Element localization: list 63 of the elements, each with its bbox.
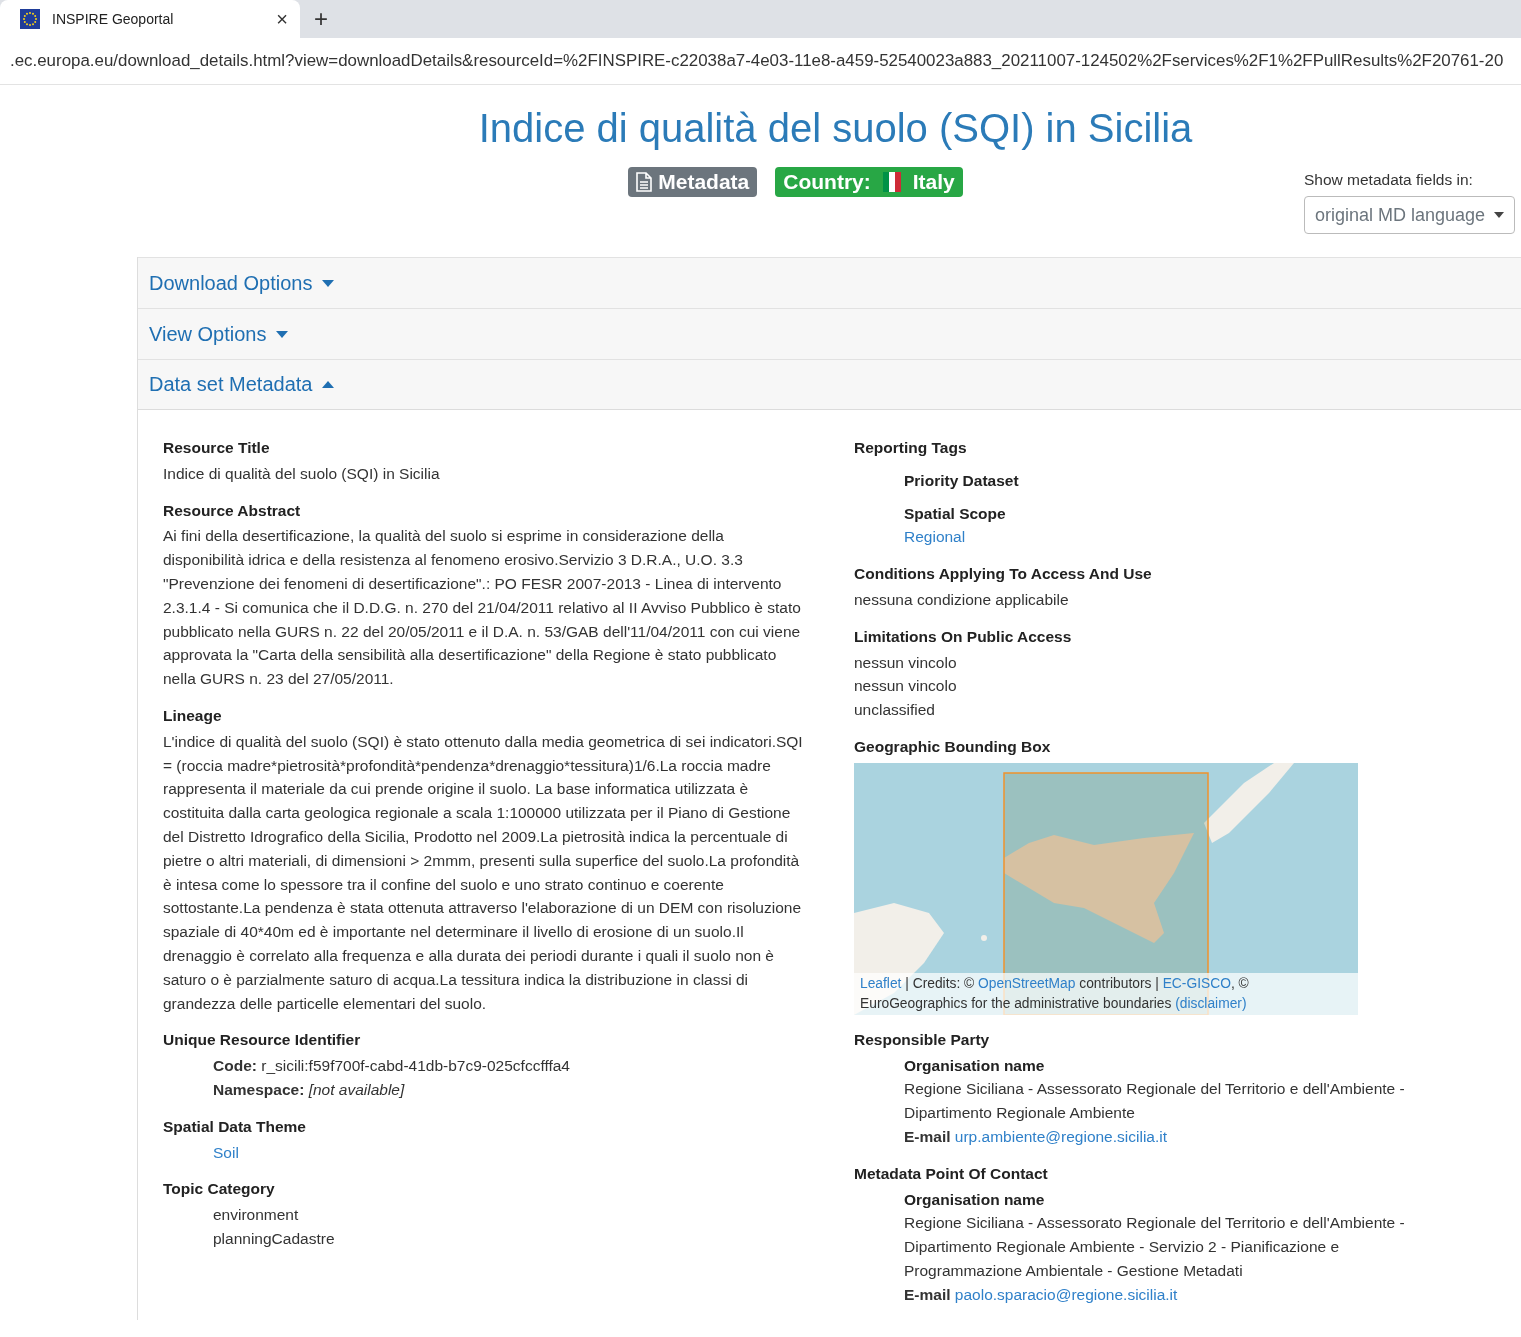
field-value: Indice di qualità del suolo (SQI) in Sicilia (163, 463, 441, 484)
field-value: unclassified (854, 700, 936, 721)
caret-icon (1494, 212, 1504, 218)
field-value: L'indice di qualità del suolo (SQI) è stato ottenuto dalla media geometrica di sei indicatori.SQI = (roccia madre*pietrosità*profondità*pendenza*drenaggio*tessitura)1/6.La roccia madre rappresenta il materiale da cui prende origine il suolo. La base informatica utilizzata è costituita dalla carta geologica regionale a scala 1:100000 utilizzata per il Piano di Gestione del Distretto Idrografico della Sicilia, Prodotto nel 2009.La pietrosità indica la percentuale di pietre o altri materiali, di dimensioni > 2mmm, presenti sulla superfice del suolo.La profondità è intesa come lo spessore tra il confine del suolo e uno strato continuo e coerente sottostante.La pendenza è stata ottenuta attraverso l'elaborazione di un DEM con risoluzione spaziale di 40*40m ed è importante nel determinare il livello di erosione di un suolo.Il drenaggio è correlato alla frequenza e alla durata dei periodi durante i quali il suolo non è saturo o è parzialmente saturo di acqua.La tessitura indica la distribuzione in classi di grandezza delle particelle elementari del suolo. (163, 731, 803, 1014)
field-value: Regione Siciliana - Assessorato Regionale del Territorio e dell'Ambiente - Dipartimento Regionale Ambiente (904, 1079, 1406, 1124)
field-value: planningCadastre (212, 1228, 336, 1249)
section-header[interactable]: Download Options (138, 257, 1521, 308)
browser-tab[interactable]: INSPIRE Geoportal × (0, 0, 300, 38)
close-icon[interactable]: × (276, 7, 288, 31)
email-link[interactable]: urp.ambiente@regione.sicilia.it (954, 1127, 1167, 1145)
badge-label: Metadata (658, 170, 750, 194)
subfield-label: Spatial Scope (904, 503, 1007, 524)
map-link[interactable]: EC-GISCO (1162, 975, 1231, 991)
address-bar[interactable]: .ec.europa.eu/download_details.html?view=downloadDetails&resourceId=%2FINSPIRE-c22038a7-4e03-11e8-a459-52540023a883_20211007-124502%2Fservices%2F1%2FPullResults%2F20761-20 (0, 38, 1521, 85)
field-value: [not available] (308, 1080, 405, 1098)
field-label: Resource Title (163, 438, 271, 458)
field-value: nessun vincolo (854, 652, 958, 673)
field-value: r_sicili:f59f700f-cabd-41db-b7c9-025cfccfffa4 (261, 1057, 570, 1075)
subfield-label: Organisation name (904, 1189, 1046, 1210)
italy-flag-icon (882, 172, 901, 192)
link[interactable]: Regional (904, 528, 966, 546)
tab-title: INSPIRE Geoportal (52, 11, 175, 27)
subfield-label: Priority Dataset (904, 470, 1020, 491)
field-label: Show metadata fields in: (1304, 171, 1474, 189)
section-header[interactable]: View Options (138, 308, 1521, 359)
subfield-label: Organisation name (904, 1055, 1046, 1076)
field-label: Reporting Tags (854, 438, 968, 458)
page-title: Indice di qualità del suolo (SQI) in Sicilia (477, 105, 1194, 151)
field-label: Resource Abstract (163, 500, 302, 521)
map-link[interactable]: OpenStreetMap (978, 975, 1076, 991)
field-key: Code: (213, 1057, 257, 1075)
field-value: nessun vincolo (854, 676, 958, 697)
field-key: Namespace: (213, 1080, 305, 1098)
field-label: Geographic Bounding Box (854, 736, 1052, 757)
attribution-text: | Credits: © (904, 975, 976, 991)
field-label: Spatial Data Theme (163, 1116, 307, 1137)
eu-flag-icon (20, 9, 40, 29)
field-label: Unique Resource Identifier (163, 1030, 362, 1051)
field-label: Lineage (163, 705, 223, 726)
field-value: environment (212, 1205, 300, 1226)
email-link[interactable]: paolo.sparacio@regione.sicilia.it (954, 1285, 1178, 1303)
badge-label: Country: (783, 170, 871, 194)
language-select[interactable]: original MD language (1304, 196, 1515, 234)
link[interactable]: Soil (213, 1143, 239, 1161)
field-label: Topic Category (163, 1179, 276, 1200)
field-label: Conditions Applying To Access And Use (854, 564, 1153, 585)
field-key: E-mail (904, 1285, 951, 1303)
attribution-text: contributors | (1078, 975, 1160, 991)
document-icon (636, 172, 653, 192)
field-value: Ai fini della desertificazione, la qualità del suolo si esprime in considerazione della disponibilità idrica e della resistenza al fenomeno erosivo.Servizio 3 D.R.A., U.O. 3.3 "Prevenzione dei fenomeni di desertificazione".: PO FESR 2007-2013 - Linea di intervento 2.3.1.4 - Si comunica che il D.D.G. n. 270 del 21/04/2011 relativo al II Avviso Pubblico è stato pubblicato nella GURS n. 22 del 20/05/2011 e il D.A. n. 53/GAB dell'11/04/2011 con cui viene approvata la "Carta della sensibilità alla desertificazione" della Regione è stato pubblicato nella GURS n. 23 del 27/05/2011. (163, 526, 802, 690)
field-label: Responsible Party (854, 1029, 991, 1050)
attribution-text: , © (1230, 975, 1249, 991)
new-tab-button[interactable]: + (300, 0, 342, 38)
attribution-text: EuroGeographics for the administrative boundaries (860, 995, 1173, 1011)
field-key: E-mail (904, 1127, 951, 1145)
map-link[interactable]: Leaflet (860, 975, 902, 991)
section-header[interactable]: Data set Metadata (138, 359, 1521, 410)
map-link[interactable]: (disclaimer) (1175, 995, 1247, 1011)
field-label: Limitations On Public Access (854, 626, 1073, 647)
badge-value: Italy (912, 170, 955, 194)
field-value: Regione Siciliana - Assessorato Regionale del Territorio e dell'Ambiente - Dipartimento Regionale Ambiente - Servizio 2 - Pianificazione e Programmazione Ambientale - Gestione Metadati (904, 1213, 1406, 1281)
field-value: nessuna condizione applicabile (854, 590, 1070, 610)
field-label: Metadata Point Of Contact (854, 1163, 1049, 1184)
